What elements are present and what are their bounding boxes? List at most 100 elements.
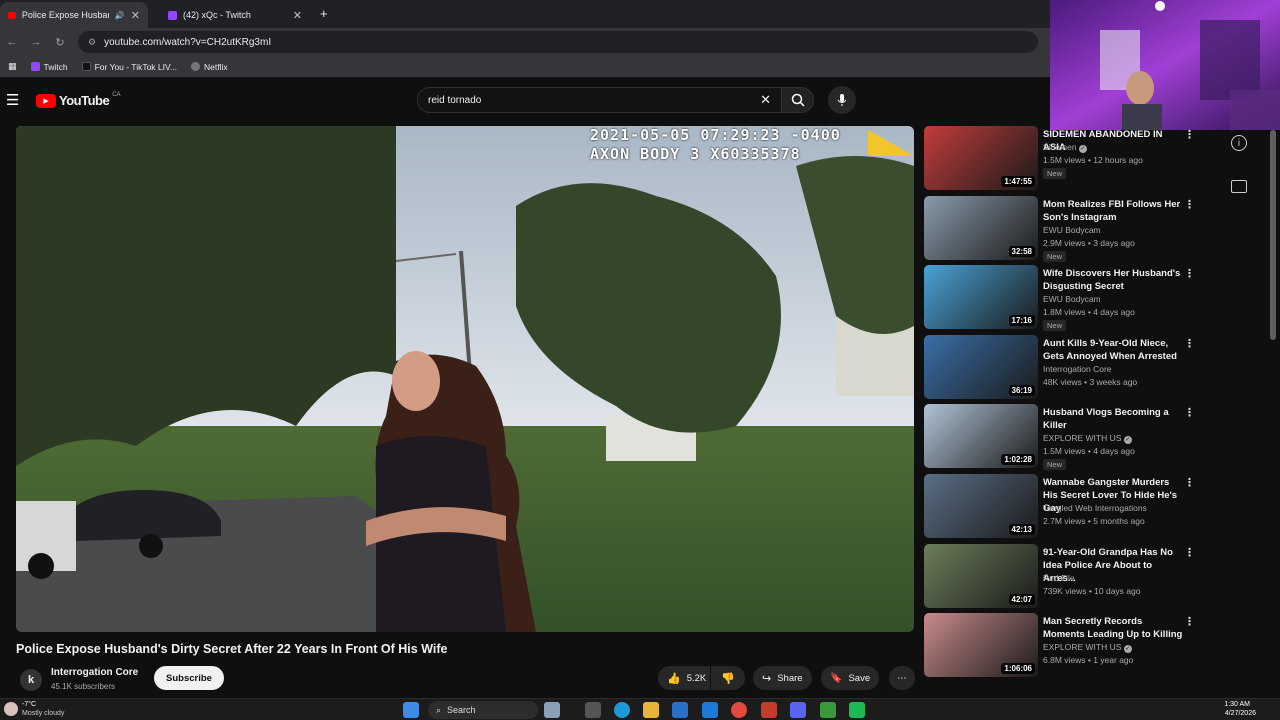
store-icon[interactable] — [672, 702, 688, 718]
more-vertical-icon[interactable]: ⋮ — [1184, 267, 1195, 280]
recommended-channel[interactable]: Tangled Web Interrogations — [1043, 503, 1147, 513]
more-vertical-icon[interactable]: ⋮ — [1184, 546, 1195, 559]
close-tab-icon[interactable]: ✕ — [293, 9, 302, 22]
recommended-video[interactable]: 1:06:06 Man Secretly Records Moments Lead… — [922, 613, 1262, 679]
recommended-channel[interactable]: EWU Bodycam — [1043, 225, 1101, 235]
recommended-channel[interactable]: Interrogation Core — [1043, 364, 1112, 374]
bookmarks-bar: ▦ Twitch For You - TikTok LIV... Netflix — [0, 56, 1050, 78]
thumbs-up-icon: 👍 — [667, 672, 681, 685]
recommended-channel[interactable]: Sidemen ✓ — [1043, 142, 1087, 153]
more-vertical-icon[interactable]: ⋮ — [1184, 615, 1195, 628]
more-vertical-icon[interactable]: ⋮ — [1184, 337, 1195, 350]
more-horizontal-icon: ⋯ — [897, 672, 907, 684]
like-button[interactable]: 👍 5.2K — [658, 666, 710, 690]
widgets-icon[interactable] — [544, 702, 560, 718]
video-thumbnail[interactable]: 42:07 — [924, 544, 1038, 608]
xbox-icon[interactable] — [820, 702, 836, 718]
windows-start-icon[interactable] — [403, 702, 419, 718]
globe-icon — [190, 62, 200, 71]
info-icon[interactable]: i — [1231, 135, 1247, 151]
verified-icon: ✓ — [1078, 145, 1087, 153]
chat-icon[interactable] — [1231, 180, 1247, 193]
video-duration: 32:58 — [1008, 246, 1035, 257]
video-thumbnail[interactable]: 1:02:28 — [924, 404, 1038, 468]
region-code: CA — [112, 91, 121, 98]
recommended-video[interactable]: 32:58 Mom Realizes FBI Follows Her Son's … — [922, 196, 1262, 262]
more-actions-button[interactable]: ⋯ — [889, 666, 915, 690]
recommended-video[interactable]: 42:07 91-Year-Old Grandpa Has No Idea Pol… — [922, 544, 1262, 610]
site-info-icon[interactable]: ⚙ — [88, 37, 96, 48]
close-tab-icon[interactable]: ✕ — [131, 9, 140, 22]
video-thumbnail[interactable]: 32:58 — [924, 196, 1038, 260]
recommended-channel[interactable]: EWU Bodycam — [1043, 294, 1101, 304]
recommended-video-title[interactable]: Man Secretly Records Moments Leading Up … — [1043, 615, 1183, 641]
video-thumbnail[interactable]: 17:16 — [924, 265, 1038, 329]
video-thumbnail[interactable]: 1:06:06 — [924, 613, 1038, 677]
channel-label: Sidemen — [1043, 142, 1077, 152]
url-field[interactable]: ⚙ youtube.com/watch?v=CH2utKRg3mI — [78, 31, 1038, 53]
task-view-icon[interactable] — [585, 702, 601, 718]
channel-name[interactable]: Interrogation Core — [51, 667, 138, 678]
video-thumbnail[interactable]: 1:47:55 — [924, 126, 1038, 190]
spotify-icon[interactable] — [849, 702, 865, 718]
more-vertical-icon[interactable]: ⋮ — [1184, 476, 1195, 489]
youtube-logo[interactable]: ▶ YouTube CA — [36, 91, 121, 108]
edge-icon[interactable] — [614, 702, 630, 718]
recommended-video-title[interactable]: Aunt Kills 9-Year-Old Niece, Gets Annoye… — [1043, 337, 1183, 363]
taskbar-search[interactable]: ⌕ Search — [428, 701, 538, 719]
forward-icon[interactable]: → — [24, 36, 48, 48]
bookmark-twitch[interactable]: Twitch — [30, 62, 68, 72]
dislike-button[interactable]: 👎 — [711, 666, 745, 690]
search-input[interactable]: reid tornado ✕ — [417, 87, 782, 113]
tab-youtube[interactable]: Police Expose Husband's Di 🔊 ✕ — [0, 2, 148, 28]
video-thumbnail[interactable]: 36:19 — [924, 335, 1038, 399]
recommended-video-title[interactable]: Husband Vlogs Becoming a Killer — [1043, 406, 1183, 432]
bookmark-tiktok[interactable]: For You - TikTok LIV... — [81, 62, 177, 72]
clear-search-icon[interactable]: ✕ — [760, 92, 771, 108]
address-toolbar: ← → ↻ ⚙ youtube.com/watch?v=CH2utKRg3mI — [0, 28, 1050, 56]
clock-date[interactable]: 4/27/2026 — [1225, 710, 1256, 717]
more-vertical-icon[interactable]: ⋮ — [1184, 128, 1195, 141]
mail-icon[interactable] — [702, 702, 718, 718]
channel-avatar[interactable]: k — [20, 669, 42, 691]
video-thumbnail[interactable]: 42:13 — [924, 474, 1038, 538]
microphone-icon — [837, 94, 847, 106]
more-vertical-icon[interactable]: ⋮ — [1184, 406, 1195, 419]
more-vertical-icon[interactable]: ⋮ — [1184, 198, 1195, 211]
video-player[interactable]: 2021-05-05 07:29:23 -0400 AXON BODY 3 X6… — [16, 126, 914, 632]
recommended-video[interactable]: 1:47:55 SIDEMEN ABANDONED IN ASIA Sidemen … — [922, 126, 1262, 192]
recommended-channel[interactable]: EXPLORE WITH US ✓ — [1043, 433, 1132, 444]
app-icon[interactable] — [761, 702, 777, 718]
file-explorer-icon[interactable] — [643, 702, 659, 718]
chrome-icon[interactable] — [731, 702, 747, 718]
verified-icon: ✓ — [1123, 436, 1132, 444]
share-button[interactable]: ↪ Share — [753, 666, 812, 690]
search-icon — [791, 93, 805, 107]
recommended-video-title[interactable]: Wife Discovers Her Husband's Disgusting … — [1043, 267, 1183, 293]
recommended-video[interactable]: 36:19 Aunt Kills 9-Year-Old Niece, Gets A… — [922, 335, 1262, 401]
channel-row: k Interrogation Core 45.1K subscribers S… — [16, 664, 916, 694]
reload-icon[interactable]: ↻ — [48, 36, 72, 49]
search-button[interactable] — [782, 87, 814, 113]
recommended-video[interactable]: 42:13 Wannabe Gangster Murders His Secret… — [922, 474, 1262, 540]
subscribe-button[interactable]: Subscribe — [154, 666, 224, 690]
recommended-channel[interactable]: EXPLORE WITH US ✓ — [1043, 642, 1132, 653]
new-tab-button[interactable]: + — [320, 6, 328, 21]
bookmark-netflix[interactable]: Netflix — [190, 62, 228, 72]
scrollbar-thumb[interactable] — [1270, 130, 1276, 340]
weather-icon[interactable] — [4, 702, 18, 716]
bookmark-icon: 🔖 — [830, 672, 843, 684]
apps-grid-icon[interactable]: ▦ — [8, 61, 17, 72]
hamburger-menu-icon[interactable]: ☰ — [6, 91, 19, 109]
bodycam-id: AXON BODY 3 X60335378 — [590, 145, 801, 163]
tab-twitch[interactable]: (42) xQc - Twitch ✕ — [160, 2, 310, 28]
back-icon[interactable]: ← — [0, 36, 24, 48]
recommended-video-title[interactable]: Mom Realizes FBI Follows Her Son's Insta… — [1043, 198, 1183, 224]
save-button[interactable]: 🔖 Save — [821, 666, 880, 690]
recommended-channel[interactable]: Red File — [1043, 573, 1075, 583]
voice-search-button[interactable] — [828, 86, 856, 114]
recommended-video[interactable]: 17:16 Wife Discovers Her Husband's Disgus… — [922, 265, 1262, 331]
recommended-video[interactable]: 1:02:28 Husband Vlogs Becoming a Killer EX… — [922, 404, 1262, 470]
discord-icon[interactable] — [790, 702, 806, 718]
clock-time[interactable]: 1:30 AM — [1224, 701, 1250, 708]
